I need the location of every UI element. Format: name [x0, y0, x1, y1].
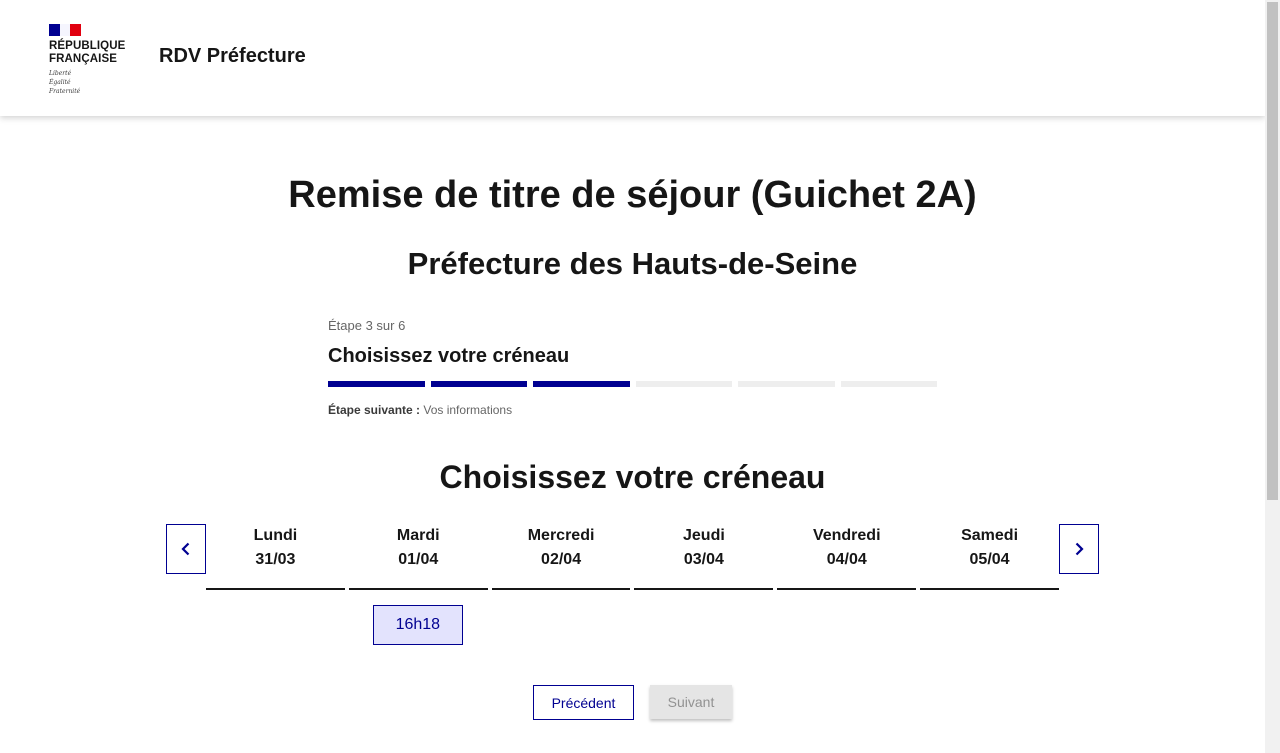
day-weekday: Mercredi	[527, 527, 595, 544]
day-weekday: Samedi	[961, 527, 1019, 544]
day-weekday: Vendredi	[812, 527, 881, 544]
stepper-next-label: Étape suivante :	[328, 403, 421, 417]
day-column: Samedi 05/04	[920, 524, 1059, 650]
day-slots	[920, 590, 1059, 650]
flag-icon	[49, 24, 82, 36]
stepper-state: Étape 3 sur 6	[328, 318, 406, 333]
day-date: 02/04	[541, 551, 582, 568]
day-slots	[634, 590, 773, 650]
stepper-next-value: Vos informations	[420, 403, 513, 417]
day-header: Lundi 31/03	[206, 524, 345, 590]
next-week-button[interactable]	[1059, 524, 1099, 574]
day-weekday: Lundi	[253, 527, 298, 544]
calendar-days: Lundi 31/03 Mardi 01/04 16h18 Mercredi 02/04 Je…	[206, 524, 1059, 650]
day-header: Samedi 05/04	[920, 524, 1059, 590]
day-slots	[777, 590, 916, 650]
scrollbar-thumb[interactable]	[1267, 2, 1278, 500]
chevron-right-icon	[1075, 542, 1084, 556]
day-header: Jeudi 03/04	[634, 524, 774, 590]
next-button: Suivant	[650, 685, 732, 719]
stepper-segment	[533, 381, 630, 387]
time-slot-button[interactable]: 16h18	[372, 605, 463, 645]
site-header: RÉPUBLIQUE FRANÇAISE Liberté Égalité Fra…	[0, 0, 1265, 116]
chevron-left-icon	[181, 542, 190, 556]
stepper-segment	[635, 381, 732, 387]
site-title[interactable]: RDV Préfecture	[159, 45, 306, 68]
day-date: 05/04	[969, 551, 1010, 568]
page-subtitle: Préfecture des Hauts-de-Seine	[407, 246, 858, 281]
day-column: Jeudi 03/04	[634, 524, 774, 650]
previous-button[interactable]: Précédent	[533, 685, 634, 720]
day-column: Mercredi 02/04	[491, 524, 631, 650]
stepper-segment	[738, 381, 835, 387]
republique-francaise-logo[interactable]: RÉPUBLIQUE FRANÇAISE Liberté Égalité Fra…	[49, 24, 139, 96]
day-weekday: Jeudi	[683, 527, 725, 544]
day-column: Mardi 01/04 16h18	[348, 524, 488, 650]
day-date: 01/04	[398, 551, 439, 568]
day-header: Mercredi 02/04	[491, 524, 631, 590]
previous-week-button[interactable]	[166, 524, 206, 574]
stepper: Étape 3 sur 6 Choisissez votre créneau É…	[328, 318, 937, 417]
day-header: Mardi 01/04	[348, 524, 488, 590]
stepper-segment	[328, 381, 425, 387]
stepper-next-step: Étape suivante : Vos informations	[328, 403, 937, 417]
stepper-segment	[840, 381, 937, 387]
day-date: 31/03	[255, 551, 296, 568]
day-column: Lundi 31/03	[206, 524, 345, 650]
stepper-progress-bar	[328, 381, 937, 387]
day-slots	[492, 590, 631, 650]
stepper-title: Choisissez votre créneau	[328, 345, 570, 367]
day-date: 03/04	[683, 551, 724, 568]
logo-motto: Liberté Égalité Fraternité	[49, 70, 81, 95]
calendar-heading: Choisissez votre créneau	[439, 459, 826, 495]
page-title: Remise de titre de séjour (Guichet 2A)	[288, 174, 977, 216]
stepper-segment	[430, 381, 527, 387]
day-header: Vendredi 04/04	[777, 524, 917, 590]
day-slots	[206, 590, 345, 650]
day-weekday: Mardi	[396, 527, 440, 544]
logo-name: RÉPUBLIQUE FRANÇAISE	[49, 40, 126, 65]
day-date: 04/04	[826, 551, 867, 568]
page-scrollbar[interactable]	[1265, 0, 1280, 753]
day-slots: 16h18	[349, 590, 488, 650]
day-column: Vendredi 04/04	[777, 524, 917, 650]
